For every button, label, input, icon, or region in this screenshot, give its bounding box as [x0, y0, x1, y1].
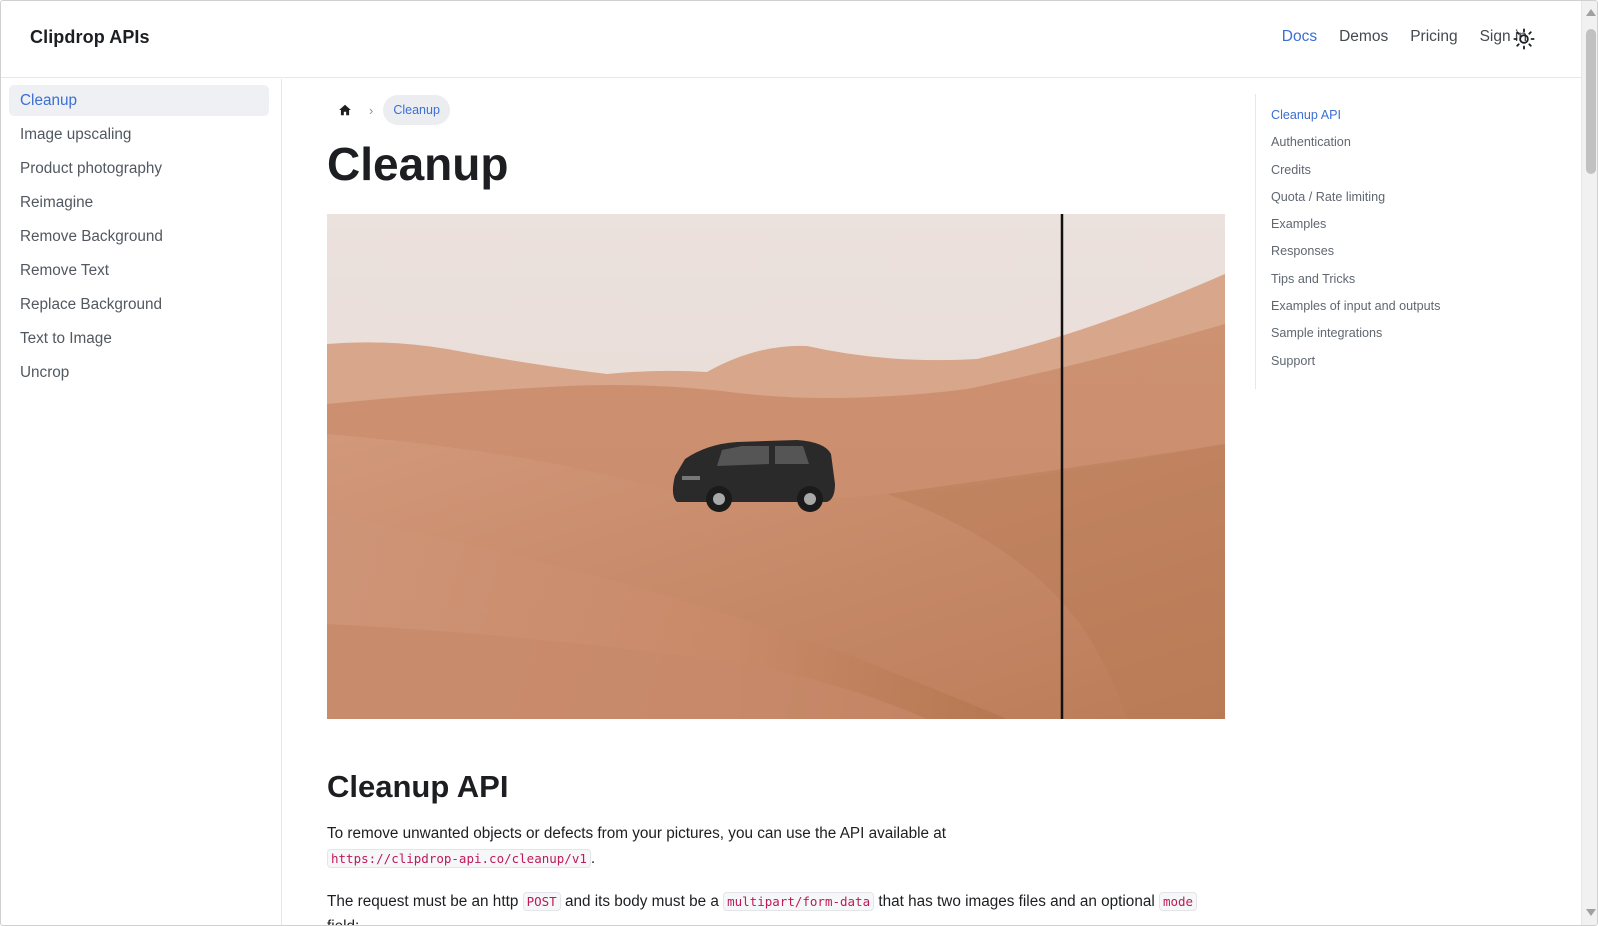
breadcrumb-separator: › [369, 102, 374, 118]
sidebar-item-text-to-image[interactable]: Text to Image [9, 323, 269, 354]
browser-window: Clipdrop APIs Docs Demos Pricing Sign in… [0, 0, 1598, 926]
desert-car-image [327, 214, 1225, 719]
toc-item-tips[interactable]: Tips and Tricks [1271, 272, 1515, 299]
page-scrollbar[interactable] [1581, 1, 1597, 925]
nav-pricing[interactable]: Pricing [1410, 28, 1457, 46]
toc-item-examples-io[interactable]: Examples of input and outputs [1271, 299, 1515, 326]
breadcrumb-current[interactable]: Cleanup [383, 95, 450, 125]
request-text-a: The request must be an http [327, 893, 519, 910]
request-text-d: field: [327, 918, 359, 925]
scroll-down-arrow-icon[interactable] [1586, 909, 1596, 916]
scroll-thumb[interactable] [1586, 29, 1596, 174]
home-icon[interactable] [333, 98, 357, 122]
sidebar-item-image-upscaling[interactable]: Image upscaling [9, 119, 269, 150]
sidebar-item-uncrop[interactable]: Uncrop [9, 357, 269, 388]
scroll-up-arrow-icon[interactable] [1586, 9, 1596, 16]
sidebar-item-reimagine[interactable]: Reimagine [9, 187, 269, 218]
toc-item-sample-integrations[interactable]: Sample integrations [1271, 326, 1515, 353]
post-code: POST [522, 892, 561, 911]
toc-item-authentication[interactable]: Authentication [1271, 135, 1515, 162]
toc-item-support[interactable]: Support [1271, 354, 1515, 381]
toc-item-examples[interactable]: Examples [1271, 217, 1515, 244]
intro-text: To remove unwanted objects or defects fr… [327, 825, 947, 842]
request-paragraph: The request must be an http POST and its… [327, 889, 1227, 925]
page-title: Cleanup [327, 138, 509, 190]
intro-period: . [590, 850, 596, 867]
top-nav: Docs Demos Pricing Sign in [1260, 28, 1527, 46]
nav-demos[interactable]: Demos [1339, 28, 1388, 46]
sidebar-item-replace-background[interactable]: Replace Background [9, 289, 269, 320]
api-endpoint-code: https://clipdrop-api.co/cleanup/v1 [327, 849, 591, 868]
toc-item-quota[interactable]: Quota / Rate limiting [1271, 190, 1515, 217]
toc-item-cleanup-api[interactable]: Cleanup API [1271, 108, 1515, 135]
top-navbar: Clipdrop APIs Docs Demos Pricing Sign in [1, 1, 1581, 78]
docs-sidebar: Cleanup Image upscaling Product photogra… [1, 79, 282, 925]
breadcrumb: › Cleanup [327, 94, 450, 126]
toc-item-responses[interactable]: Responses [1271, 244, 1515, 271]
sidebar-item-product-photography[interactable]: Product photography [9, 153, 269, 184]
form-data-code: multipart/form-data [723, 892, 875, 911]
section-title-cleanup-api: Cleanup API [327, 769, 509, 804]
sidebar-item-remove-background[interactable]: Remove Background [9, 221, 269, 252]
request-text-b: and its body must be a [564, 893, 719, 910]
sun-icon[interactable] [1513, 28, 1535, 50]
nav-docs[interactable]: Docs [1282, 28, 1317, 46]
table-of-contents: Cleanup API Authentication Credits Quota… [1255, 94, 1515, 389]
sidebar-item-remove-text[interactable]: Remove Text [9, 255, 269, 286]
request-text-c: that has two images files and an optiona… [878, 893, 1155, 910]
brand-logo[interactable]: Clipdrop APIs [30, 27, 150, 48]
sidebar-item-cleanup[interactable]: Cleanup [9, 85, 269, 116]
toc-item-credits[interactable]: Credits [1271, 163, 1515, 190]
hero-comparison-image[interactable] [327, 214, 1225, 719]
mode-code: mode [1158, 892, 1198, 911]
intro-paragraph: To remove unwanted objects or defects fr… [327, 821, 1227, 871]
main-content: › Cleanup Cleanup Cleanup API To remove … [327, 79, 1227, 925]
